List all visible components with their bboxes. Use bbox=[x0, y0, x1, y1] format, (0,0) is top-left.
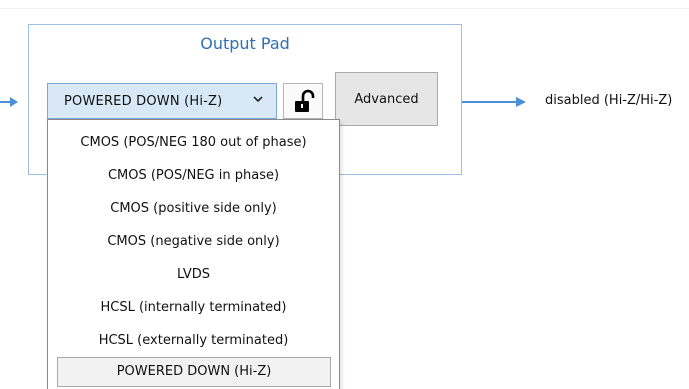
dropdown-option[interactable]: CMOS (POS/NEG 180 out of phase) bbox=[48, 128, 339, 158]
output-arrow-icon bbox=[516, 97, 526, 107]
output-mode-value: POWERED DOWN (Hi-Z) bbox=[64, 93, 223, 109]
dropdown-option[interactable]: CMOS (negative side only) bbox=[48, 227, 339, 257]
chevron-down-icon bbox=[252, 93, 264, 108]
top-divider bbox=[0, 8, 689, 9]
dropdown-option-selected[interactable]: POWERED DOWN (Hi-Z) bbox=[57, 357, 331, 387]
dropdown-option[interactable]: LVDS bbox=[48, 260, 339, 290]
output-status-label: disabled (Hi-Z/Hi-Z) bbox=[545, 93, 673, 108]
input-arrow-icon bbox=[10, 97, 18, 107]
dropdown-option[interactable]: HCSL (externally terminated) bbox=[48, 326, 339, 356]
output-connector-line bbox=[462, 101, 518, 103]
panel-title: Output Pad bbox=[200, 34, 290, 53]
output-mode-dropdown: CMOS (POS/NEG 180 out of phase) CMOS (PO… bbox=[47, 119, 340, 389]
advanced-button[interactable]: Advanced bbox=[335, 72, 438, 126]
output-mode-select[interactable]: POWERED DOWN (Hi-Z) bbox=[47, 83, 277, 119]
dropdown-option[interactable]: CMOS (POS/NEG in phase) bbox=[48, 161, 339, 191]
lock-toggle-button[interactable] bbox=[283, 83, 323, 119]
dropdown-option[interactable]: HCSL (internally terminated) bbox=[48, 293, 339, 323]
dropdown-option[interactable]: CMOS (positive side only) bbox=[48, 194, 339, 224]
unlock-icon bbox=[295, 89, 315, 112]
